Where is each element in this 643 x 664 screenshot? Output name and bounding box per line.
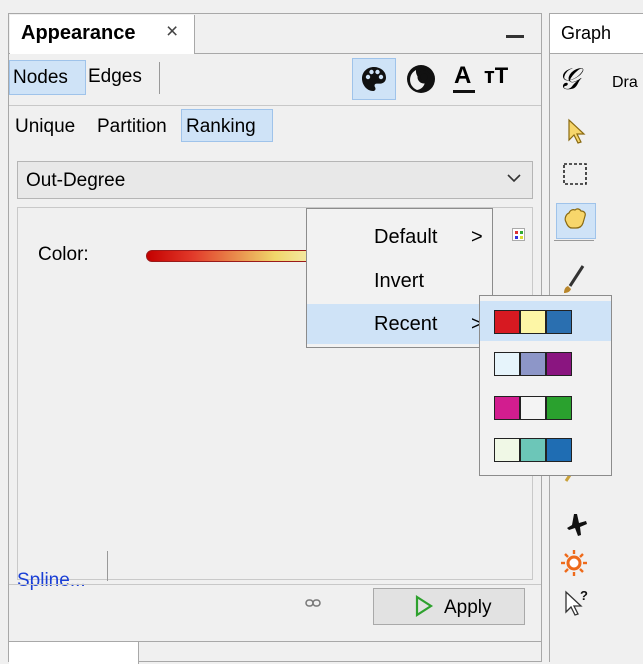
tab-ranking[interactable]: Ranking — [181, 109, 273, 142]
dot — [515, 231, 518, 234]
menu-item-invert-label: Invert — [374, 270, 425, 292]
dot — [515, 236, 518, 239]
minimize-icon[interactable] — [506, 35, 524, 38]
sun-icon — [561, 550, 587, 576]
swatch-blue — [546, 310, 572, 334]
swatch-white — [520, 396, 546, 420]
bottom-tab[interactable] — [9, 642, 139, 664]
menu-item-recent-label: Recent — [374, 313, 438, 335]
pointer-tool[interactable] — [556, 114, 594, 148]
swatch-green — [546, 396, 572, 420]
graph-tab[interactable]: Graph — [550, 14, 643, 54]
label-color-icon: A — [454, 62, 472, 89]
underline-bar — [453, 90, 475, 93]
apply-button[interactable]: Apply — [373, 588, 525, 625]
brush-icon — [564, 265, 585, 293]
tab-unique[interactable]: Unique — [15, 116, 75, 138]
swatch-light — [494, 352, 520, 376]
panel-tab-row: Appearance × — [9, 14, 541, 54]
swatch-blue — [546, 438, 572, 462]
apply-label: Apply — [444, 597, 492, 618]
color-context-menu: Default > Invert Recent > — [306, 208, 493, 348]
label-size-icon[interactable]: тT — [484, 63, 508, 89]
close-icon[interactable]: × — [166, 20, 178, 44]
tab-nodes[interactable]: Nodes — [9, 60, 86, 95]
divider — [107, 551, 108, 581]
bottom-tab-strip — [9, 641, 541, 664]
color-gradient-bar[interactable] — [146, 250, 331, 262]
sun-tool[interactable] — [556, 547, 594, 581]
swatch-purple — [546, 352, 572, 376]
appearance-tab-label: Appearance — [21, 22, 136, 44]
palette-option[interactable] — [480, 429, 611, 469]
draw-label: Dra — [612, 74, 638, 91]
brush-tool-2[interactable] — [556, 473, 594, 507]
rect-select-tool[interactable] — [556, 157, 594, 191]
graph-tab-label: Graph — [561, 23, 612, 43]
bottom-action-bar: Apply — [9, 584, 541, 625]
label-color-button[interactable]: A — [449, 58, 479, 96]
menu-item-default[interactable]: Default > — [307, 217, 492, 257]
tab-partition[interactable]: Partition — [97, 116, 167, 138]
help-tool[interactable]: ? — [556, 586, 594, 620]
swatch-lavender — [520, 352, 546, 376]
tab-nodes-label: Nodes — [13, 67, 68, 88]
attribute-select[interactable]: Out-Degree — [17, 161, 533, 199]
palette-picker-icon[interactable] — [512, 228, 525, 241]
menu-item-invert[interactable]: Invert — [307, 261, 492, 301]
graph-logo-icon: 𝒢 — [558, 62, 580, 97]
divider — [159, 62, 160, 94]
palette-option[interactable] — [480, 343, 611, 383]
help-cursor-icon: ? — [565, 588, 588, 616]
method-tabs-bar: Unique Partition Ranking — [9, 105, 541, 145]
chevron-right-icon: > — [471, 226, 483, 248]
brush-tool[interactable] — [556, 262, 594, 296]
drag-tool[interactable] — [556, 203, 596, 239]
pencil-icon — [564, 474, 572, 482]
swatch-pale-green — [494, 438, 520, 462]
element-tabs-bar: Nodes Edges A тT — [9, 56, 541, 101]
color-label: Color: — [38, 244, 89, 265]
link-icon[interactable] — [305, 597, 321, 609]
size-icon[interactable] — [405, 63, 437, 95]
drag-hand-icon — [564, 208, 586, 229]
pointer-icon — [568, 118, 586, 144]
swatch-yellow — [520, 310, 546, 334]
palette-option[interactable] — [480, 387, 611, 427]
chevron-down-icon — [507, 174, 521, 183]
tab-ranking-label: Ranking — [186, 116, 256, 137]
tab-edges[interactable]: Edges — [88, 66, 142, 88]
palette-option[interactable] — [480, 301, 611, 341]
swatch-red — [494, 310, 520, 334]
dot — [520, 231, 523, 234]
airplane-tool[interactable] — [556, 509, 594, 543]
color-transform-button[interactable] — [352, 58, 396, 100]
divider — [554, 240, 594, 241]
recent-palettes-submenu — [479, 295, 612, 476]
svg-text:?: ? — [580, 588, 588, 603]
menu-item-recent[interactable]: Recent > — [307, 304, 492, 344]
palette-icon — [362, 67, 386, 91]
dot — [520, 236, 523, 239]
rect-select-icon — [563, 163, 587, 185]
play-icon — [415, 595, 434, 617]
attribute-select-value: Out-Degree — [26, 170, 126, 191]
swatch-teal — [520, 438, 546, 462]
appearance-tab[interactable]: Appearance × — [10, 15, 195, 54]
swatch-magenta — [494, 396, 520, 420]
menu-item-default-label: Default — [374, 226, 438, 248]
airplane-icon — [567, 514, 587, 536]
